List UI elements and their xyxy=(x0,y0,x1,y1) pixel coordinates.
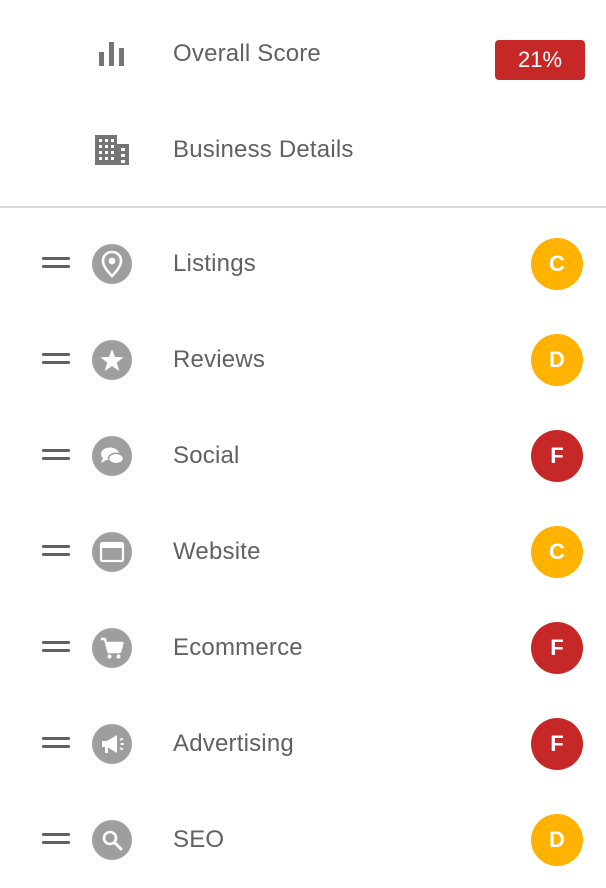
drag-handle-icon[interactable] xyxy=(42,352,70,368)
grade-badge: F xyxy=(531,718,583,770)
category-label: Website xyxy=(173,538,261,565)
category-label: Listings xyxy=(173,250,256,277)
megaphone-icon xyxy=(92,724,132,764)
category-row-seo[interactable]: SEO D xyxy=(0,792,606,888)
drag-handle-icon[interactable] xyxy=(42,448,70,464)
shopping-cart-icon xyxy=(92,628,132,668)
chat-bubble-icon xyxy=(92,436,132,476)
grade-badge: D xyxy=(531,814,583,866)
business-details-row[interactable]: Business Details xyxy=(0,102,606,198)
drag-handle-icon[interactable] xyxy=(42,544,70,560)
magnifier-icon xyxy=(92,820,132,860)
star-icon xyxy=(92,340,132,380)
drag-handle-icon[interactable] xyxy=(42,736,70,752)
category-label: Reviews xyxy=(173,346,266,373)
grade-badge: C xyxy=(531,526,583,578)
category-row-website[interactable]: Website C xyxy=(0,504,606,600)
grade-badge: C xyxy=(531,238,583,290)
bar-chart-icon xyxy=(99,42,124,66)
section-divider xyxy=(0,206,606,208)
map-pin-icon xyxy=(92,244,132,284)
overall-score-label: Overall Score xyxy=(173,40,321,67)
grade-badge: F xyxy=(531,430,583,482)
category-row-advertising[interactable]: Advertising F xyxy=(0,696,606,792)
overall-score-row[interactable]: Overall Score 21% xyxy=(0,6,606,102)
drag-handle-icon[interactable] xyxy=(42,640,70,656)
building-icon xyxy=(95,135,129,165)
category-row-listings[interactable]: Listings C xyxy=(0,216,606,312)
category-label: Advertising xyxy=(173,730,294,757)
category-label: Social xyxy=(173,442,240,469)
drag-handle-icon[interactable] xyxy=(42,832,70,848)
drag-handle-icon[interactable] xyxy=(42,256,70,272)
browser-window-icon xyxy=(92,532,132,572)
category-row-social[interactable]: Social F xyxy=(0,408,606,504)
overall-score-badge: 21% xyxy=(495,40,585,80)
business-details-label: Business Details xyxy=(173,136,354,163)
category-label: SEO xyxy=(173,826,225,853)
category-label: Ecommerce xyxy=(173,634,303,661)
grade-badge: D xyxy=(531,334,583,386)
category-row-reviews[interactable]: Reviews D xyxy=(0,312,606,408)
grade-badge: F xyxy=(531,622,583,674)
category-row-ecommerce[interactable]: Ecommerce F xyxy=(0,600,606,696)
